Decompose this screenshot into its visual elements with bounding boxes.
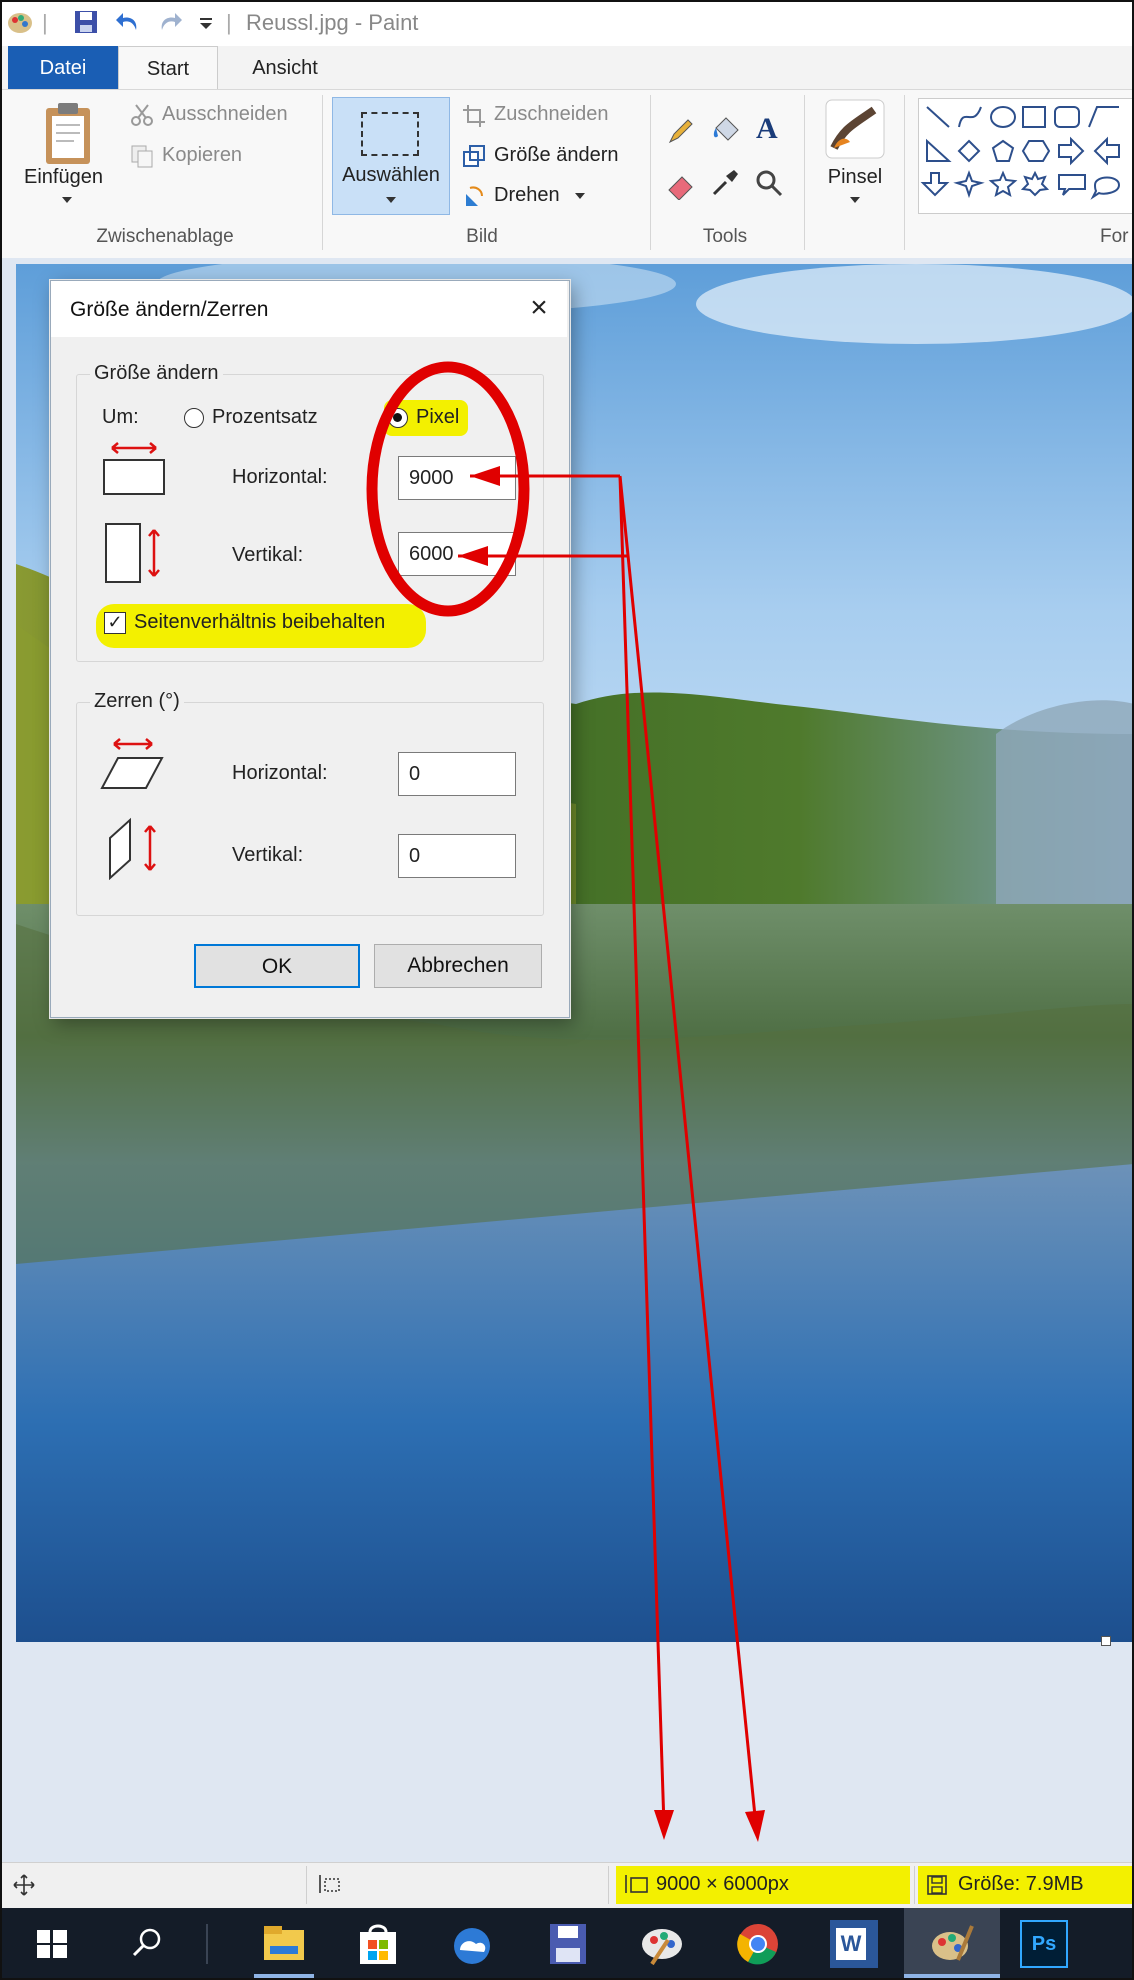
annotation-circle: [366, 361, 530, 617]
annotation-arrowhead-horizontal: [470, 466, 500, 486]
annotation-arrowhead-height: [745, 1810, 765, 1842]
annotation-line-to-width: [618, 475, 666, 1827]
annotation-arrowhead-vertical: [458, 546, 488, 566]
annotation-line-to-height: [618, 475, 758, 1827]
annotation-overlay: [366, 361, 765, 1842]
annotation-arrowhead-width: [654, 1810, 674, 1840]
